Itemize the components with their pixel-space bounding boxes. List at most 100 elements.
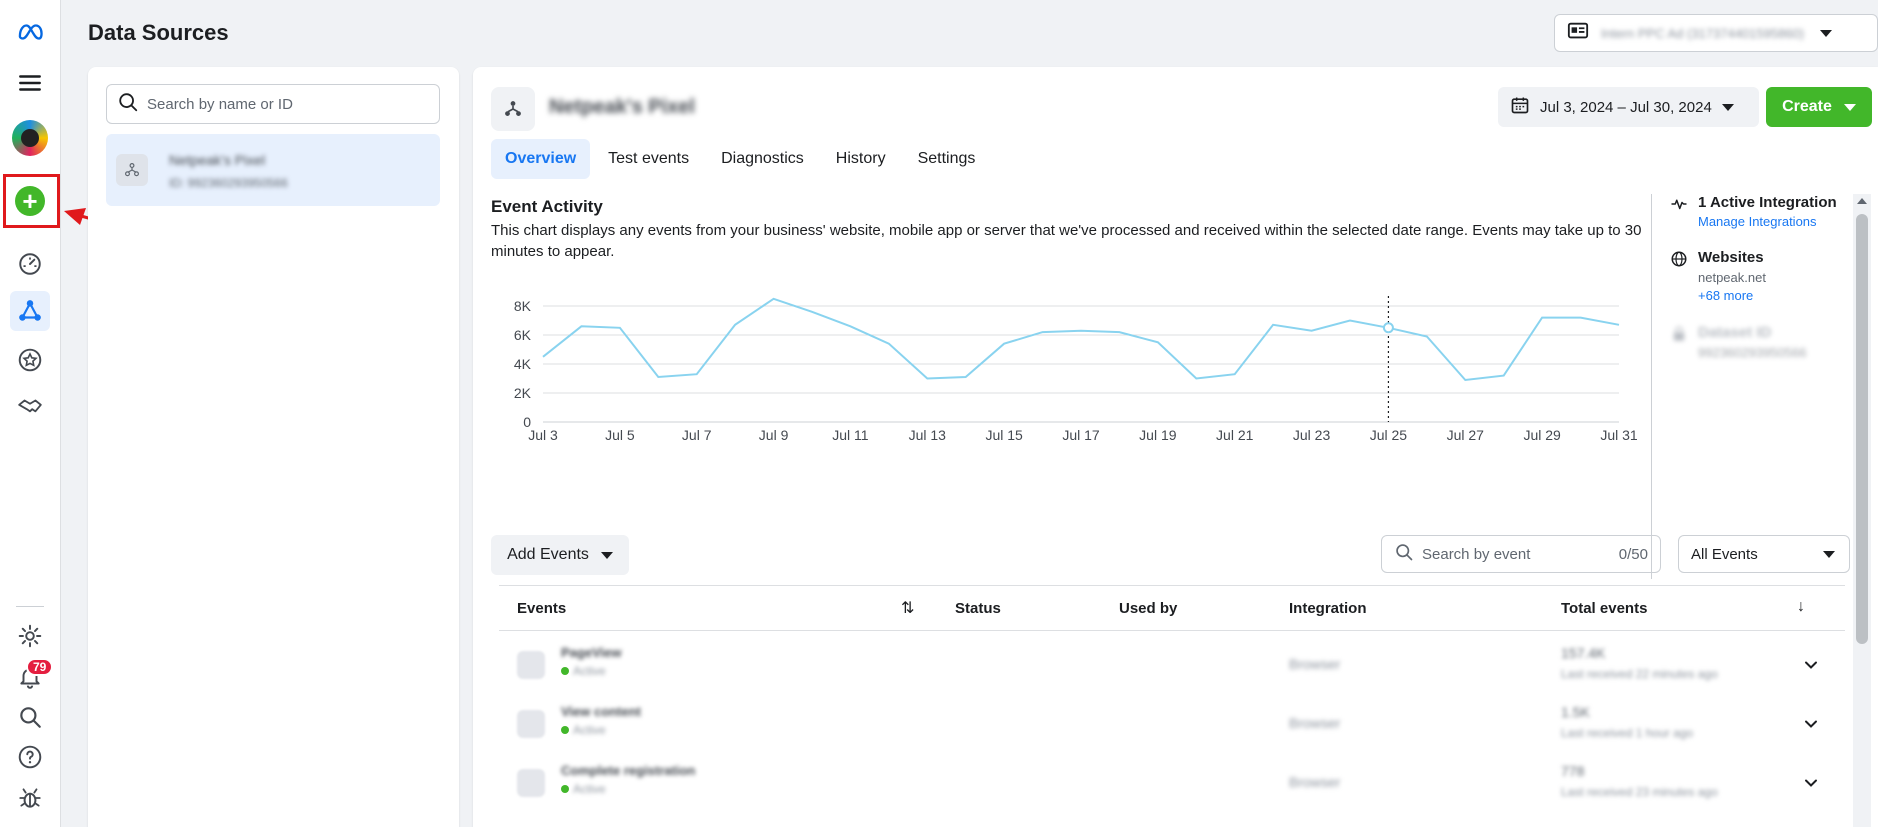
- event-status: Active: [561, 782, 606, 796]
- expand-chevron-icon[interactable]: [1801, 773, 1821, 793]
- tab-diagnostics[interactable]: Diagnostics: [707, 139, 818, 179]
- x-tick-label: Jul 13: [909, 427, 947, 443]
- scroll-up-arrow-icon[interactable]: [1857, 198, 1867, 204]
- annotation-highlight-box: [3, 174, 60, 228]
- x-tick-label: Jul 27: [1447, 427, 1485, 443]
- event-integration: Browser: [1289, 774, 1341, 790]
- account-name: Intern PPC Ad (317374401595860): [1601, 25, 1805, 41]
- help-icon[interactable]: [10, 737, 50, 777]
- activity-pulse-icon: [1670, 195, 1688, 213]
- pixel-name: Netpeak's Pixel: [549, 96, 695, 118]
- meta-logo-icon[interactable]: [10, 12, 50, 52]
- calendar-icon: [1510, 95, 1530, 119]
- handshake-icon[interactable]: [10, 387, 50, 427]
- expand-chevron-icon[interactable]: [1801, 714, 1821, 734]
- event-total: 157.4K: [1561, 645, 1606, 661]
- table-row[interactable]: Complete registration Active Browser 778…: [499, 755, 1845, 813]
- event-integration: Browser: [1289, 656, 1341, 672]
- event-filter-select[interactable]: All Events: [1678, 535, 1850, 573]
- event-name: Complete registration: [561, 763, 696, 778]
- search-icon[interactable]: [10, 697, 50, 737]
- event-search[interactable]: 0/50: [1381, 535, 1661, 573]
- globe-icon: [1670, 250, 1688, 268]
- dataset-id-block: Dataset ID 992360293950566: [1670, 324, 1806, 360]
- ad-account-selector[interactable]: Intern PPC Ad (317374401595860): [1554, 14, 1878, 52]
- dataset-details-panel: Netpeak's Pixel Jul 3, 2024 – Jul 30, 20…: [473, 67, 1878, 827]
- event-filter-label: All Events: [1691, 545, 1758, 563]
- rail-divider: [16, 606, 44, 607]
- active-integration-block: 1 Active Integration Manage Integrations: [1670, 194, 1837, 229]
- search-icon: [1394, 542, 1414, 566]
- add-events-button[interactable]: Add Events: [491, 535, 629, 575]
- sort-down-arrow-icon[interactable]: ↓: [1797, 598, 1805, 616]
- tab-settings[interactable]: Settings: [904, 139, 990, 179]
- event-last-received: Last received 23 minutes ago: [1561, 785, 1718, 799]
- x-tick-label: Jul 9: [759, 427, 789, 443]
- pixel-icon: [491, 87, 535, 131]
- dashboard-gauge-icon[interactable]: [10, 244, 50, 284]
- avatar[interactable]: [10, 118, 50, 158]
- event-activity-chart[interactable]: 02K4K6K8KJul 3 Jul 5 Jul 7 Jul 9 Jul 11 Jul 1…: [491, 292, 1641, 522]
- bug-report-icon[interactable]: [10, 778, 50, 818]
- x-tick-label: Jul 15: [985, 427, 1023, 443]
- sort-arrows-icon[interactable]: ⇅: [901, 598, 914, 618]
- x-tick-label: Jul 7: [682, 427, 712, 443]
- registration-event-icon: [517, 769, 545, 797]
- table-row[interactable]: PageView Active Browser 157.4K Last rece…: [499, 637, 1845, 695]
- events-table-header: Events ⇅ Status Used by Integration Tota…: [499, 585, 1845, 631]
- notification-count-badge: 79: [26, 658, 54, 676]
- data-source-search-input[interactable]: [147, 95, 427, 113]
- tab-history[interactable]: History: [822, 139, 900, 179]
- dataset-name: Netpeak's Pixel: [169, 152, 266, 168]
- chevron-down-icon: [1820, 29, 1833, 37]
- data-source-search[interactable]: [106, 84, 440, 124]
- column-header-total-events[interactable]: Total events: [1561, 600, 1647, 617]
- x-tick-label: Jul 5: [605, 427, 635, 443]
- websites-more-link[interactable]: +68 more: [1698, 288, 1766, 303]
- create-button[interactable]: Create: [1766, 87, 1872, 127]
- event-total: 778: [1561, 763, 1585, 779]
- series-line: [542, 297, 1620, 382]
- x-tick-label: Jul 23: [1293, 427, 1331, 443]
- website-domain: netpeak.net: [1698, 270, 1766, 285]
- dataset-list-item[interactable]: Netpeak's Pixel ID: 992360293950566: [106, 134, 440, 206]
- manage-integrations-link[interactable]: Manage Integrations: [1698, 214, 1837, 229]
- date-range-picker[interactable]: Jul 3, 2024 – Jul 30, 2024: [1498, 87, 1759, 127]
- scrollbar[interactable]: [1853, 194, 1871, 827]
- chevron-down-icon: [1843, 103, 1856, 111]
- table-row[interactable]: View content Active Browser 1.5K Last re…: [499, 696, 1845, 754]
- y-tick-label: 4K: [514, 356, 532, 372]
- add-events-label: Add Events: [507, 546, 589, 563]
- chevron-down-icon: [600, 551, 613, 559]
- column-header-integration: Integration: [1289, 600, 1367, 617]
- settings-gear-icon[interactable]: [10, 616, 50, 656]
- event-activity-description: This chart displays any events from your…: [491, 222, 1642, 260]
- event-status: Active: [561, 723, 606, 737]
- x-tick-label: Jul 11: [832, 427, 869, 443]
- account-card-icon: [1565, 20, 1591, 47]
- x-tick-label: Jul 17: [1062, 427, 1100, 443]
- x-tick-label: Jul 19: [1139, 427, 1177, 443]
- column-header-events[interactable]: Events: [517, 600, 566, 617]
- scrollbar-thumb[interactable]: [1856, 214, 1868, 644]
- star-icon[interactable]: [10, 340, 50, 380]
- event-integration: Browser: [1289, 715, 1341, 731]
- websites-title: Websites: [1698, 249, 1764, 266]
- y-tick-label: 8K: [514, 298, 532, 314]
- x-tick-label: Jul 31: [1600, 427, 1638, 443]
- tab-overview[interactable]: Overview: [491, 139, 591, 179]
- event-activity-title: Event Activity: [491, 197, 603, 216]
- expand-chevron-icon[interactable]: [1801, 655, 1821, 675]
- data-source-list-panel: Netpeak's Pixel ID: 992360293950566: [88, 67, 459, 827]
- create-button-label: Create: [1782, 98, 1832, 115]
- date-range-label: Jul 3, 2024 – Jul 30, 2024: [1540, 98, 1712, 116]
- nav-rail: + 79: [0, 0, 61, 827]
- data-sources-icon[interactable]: [10, 291, 50, 331]
- event-name: PageView: [561, 645, 622, 660]
- event-search-input[interactable]: [1422, 545, 1602, 563]
- tab-test-events[interactable]: Test events: [594, 139, 703, 179]
- event-last-received: Last received 1 hour ago: [1561, 726, 1694, 740]
- menu-icon[interactable]: [10, 63, 50, 103]
- dataset-tabs: Overview Test events Diagnostics History…: [491, 139, 989, 179]
- dataset-id: ID: 992360293950566: [169, 176, 288, 190]
